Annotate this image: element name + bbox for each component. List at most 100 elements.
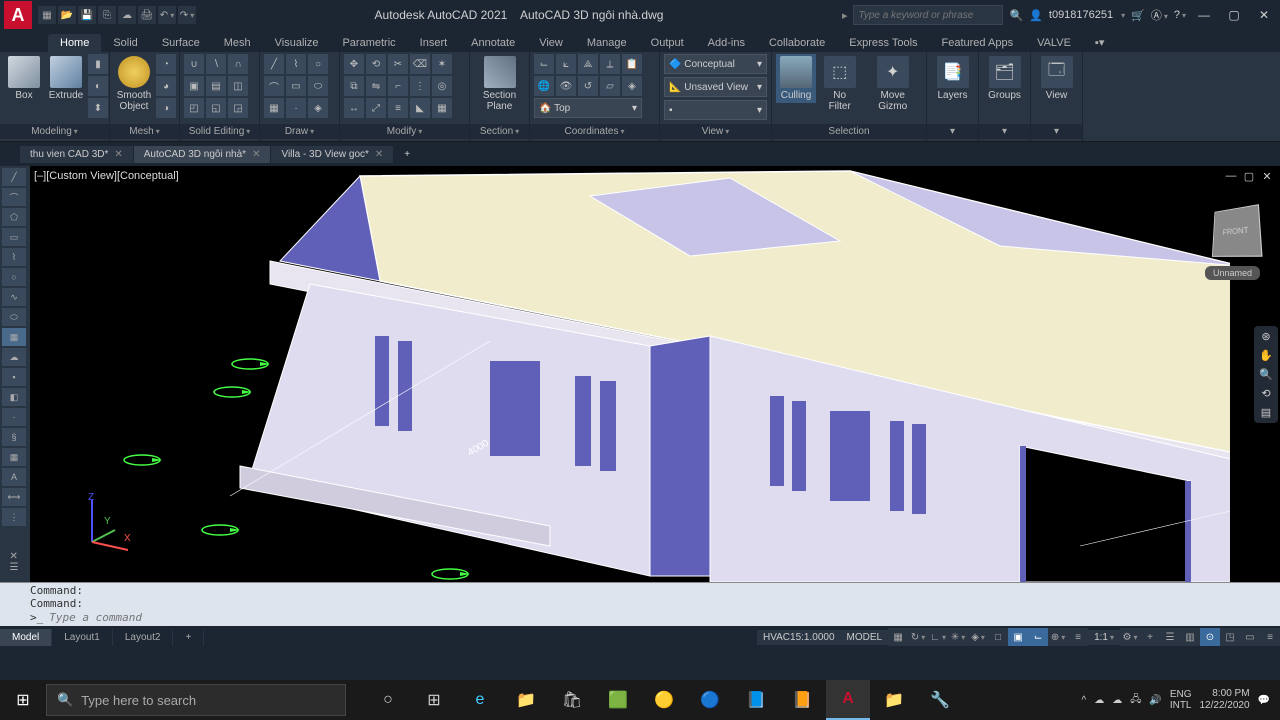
task-autocad-icon[interactable]: A bbox=[826, 680, 870, 720]
status-dynucs-icon[interactable]: ⌙ bbox=[1028, 628, 1048, 646]
move-icon[interactable]: ✥ bbox=[344, 54, 364, 74]
task-edge-icon[interactable]: e bbox=[458, 680, 502, 720]
qat-open-icon[interactable]: 📂 bbox=[58, 6, 76, 24]
task-view-icon[interactable]: ⊞ bbox=[412, 680, 456, 720]
ucs-y-icon[interactable]: ⟁ bbox=[578, 54, 598, 74]
camera-mark[interactable] bbox=[430, 566, 470, 582]
erase-icon[interactable]: ⌫ bbox=[410, 54, 430, 74]
ucs-x-icon[interactable]: ⟀ bbox=[556, 54, 576, 74]
cmdline-toggle-icon[interactable]: ✕☰ bbox=[4, 543, 24, 581]
named-view-combo[interactable]: 📐 Unsaved View▾ bbox=[664, 77, 767, 97]
mesh-less-icon[interactable]: ◕ bbox=[156, 76, 176, 96]
qat-plot-icon[interactable]: 🖨 bbox=[138, 6, 156, 24]
help-icon[interactable]: ? bbox=[1174, 9, 1186, 21]
palette-wipe-icon[interactable]: ◧ bbox=[2, 388, 26, 406]
ucs-top-combo[interactable]: 🏠 Top▾ bbox=[534, 98, 642, 118]
ucs-face-icon[interactable]: ▱ bbox=[600, 76, 620, 96]
showmot-icon[interactable]: ▤ bbox=[1256, 406, 1276, 419]
orbit-icon[interactable]: ⟲ bbox=[1256, 387, 1276, 400]
minimize-button[interactable]: — bbox=[1192, 3, 1216, 27]
panel-groups-drop[interactable]: ▾ bbox=[979, 124, 1030, 139]
rotate3d-icon[interactable]: ⟲ bbox=[366, 54, 386, 74]
align-icon[interactable]: ≡ bbox=[388, 98, 408, 118]
arrayrect-icon[interactable]: ▦ bbox=[432, 98, 452, 118]
palette-dim-icon[interactable]: ⟷ bbox=[2, 488, 26, 506]
help-search-input[interactable] bbox=[853, 5, 1003, 25]
tab-featured[interactable]: Featured Apps bbox=[930, 34, 1026, 52]
close-icon[interactable]: ✕ bbox=[252, 149, 260, 160]
user-icon[interactable]: 👤 bbox=[1029, 9, 1043, 22]
scale-icon[interactable]: ⤢ bbox=[366, 98, 386, 118]
qat-saveas-icon[interactable]: ⎘ bbox=[98, 6, 116, 24]
close-icon[interactable]: ✕ bbox=[375, 149, 383, 160]
camera-mark[interactable] bbox=[122, 452, 162, 468]
qat-redo-icon[interactable]: ↷ bbox=[178, 6, 196, 24]
palette-spline-icon[interactable]: ∿ bbox=[2, 288, 26, 306]
status-hw-icon[interactable]: ⊙ bbox=[1200, 628, 1220, 646]
ucs-named-icon[interactable]: 📋 bbox=[622, 54, 642, 74]
fillet-edge-icon[interactable]: ◱ bbox=[206, 98, 226, 118]
box-button[interactable]: Box bbox=[4, 54, 44, 103]
status-space[interactable]: MODEL bbox=[841, 630, 889, 645]
task-folder2-icon[interactable]: 📁 bbox=[872, 680, 916, 720]
panel-mesh[interactable]: Mesh bbox=[110, 124, 179, 139]
panel-view[interactable]: View bbox=[660, 124, 771, 139]
building-model[interactable]: 4000 bbox=[130, 166, 1230, 582]
viewport-minimize[interactable]: — bbox=[1224, 170, 1238, 183]
ribbon-overflow-icon[interactable]: ▪▾ bbox=[1083, 33, 1116, 52]
close-button[interactable]: ✕ bbox=[1252, 3, 1276, 27]
mesh-more-icon[interactable]: ◔ bbox=[156, 54, 176, 74]
tab-express[interactable]: Express Tools bbox=[837, 34, 929, 52]
palette-more-icon[interactable]: ⋮ bbox=[2, 508, 26, 526]
layout-tab-add[interactable]: + bbox=[173, 629, 204, 646]
new-tab-button[interactable]: + bbox=[394, 146, 421, 163]
point-icon[interactable]: · bbox=[286, 98, 306, 118]
palette-arc-icon[interactable]: ⌒ bbox=[2, 188, 26, 206]
polyline-icon[interactable]: ⌇ bbox=[286, 54, 306, 74]
arc-icon[interactable]: ⌒ bbox=[264, 76, 284, 96]
user-dropdown[interactable] bbox=[1119, 9, 1125, 21]
panel-modeling[interactable]: Modeling bbox=[0, 124, 109, 139]
nofilter-button[interactable]: ⬚ No Filter bbox=[818, 54, 861, 114]
visual-style-combo[interactable]: 🔷 Conceptual▾ bbox=[664, 54, 767, 74]
revolve-icon[interactable]: ◐ bbox=[88, 76, 108, 96]
camera-mark[interactable] bbox=[212, 384, 252, 400]
circle-icon[interactable]: ○ bbox=[308, 54, 328, 74]
palette-ellipse-icon[interactable]: ⬭ bbox=[2, 308, 26, 326]
palette-circle-icon[interactable]: ○ bbox=[2, 268, 26, 286]
tab-addins[interactable]: Add-ins bbox=[696, 34, 757, 52]
ucs-world-icon[interactable]: 🌐 bbox=[534, 76, 554, 96]
slice-icon[interactable]: ◫ bbox=[228, 76, 248, 96]
tray-net-icon[interactable]: 🖧 bbox=[1130, 692, 1141, 709]
tab-output[interactable]: Output bbox=[639, 34, 696, 52]
panel-solid-editing[interactable]: Solid Editing bbox=[180, 124, 259, 139]
panel-coordinates[interactable]: Coordinates bbox=[530, 124, 659, 139]
panel-section[interactable]: Section bbox=[470, 124, 529, 139]
union-icon[interactable]: ∪ bbox=[184, 54, 204, 74]
groups-button[interactable]: 🗂Groups bbox=[983, 54, 1026, 103]
autodesk-app-icon[interactable]: Ⓐ bbox=[1151, 7, 1168, 23]
region-icon[interactable]: ◈ bbox=[308, 98, 328, 118]
ucs-prev-icon[interactable]: ↺ bbox=[578, 76, 598, 96]
task-app1-icon[interactable]: 🟩 bbox=[596, 680, 640, 720]
presspull-icon[interactable]: ⬍ bbox=[88, 98, 108, 118]
tab-parametric[interactable]: Parametric bbox=[330, 34, 407, 52]
taper-face-icon[interactable]: ▤ bbox=[206, 76, 226, 96]
status-custom-icon[interactable]: ≡ bbox=[1260, 628, 1280, 646]
offset-icon[interactable]: ◎ bbox=[432, 76, 452, 96]
extrude-button[interactable]: Extrude bbox=[46, 54, 86, 103]
line-icon[interactable]: ╱ bbox=[264, 54, 284, 74]
viewport-close[interactable]: ✕ bbox=[1260, 170, 1274, 183]
tab-insert[interactable]: Insert bbox=[408, 34, 460, 52]
array-icon[interactable]: ⋮ bbox=[410, 76, 430, 96]
viewcube[interactable]: FRONT bbox=[1212, 204, 1263, 257]
qat-undo-icon[interactable]: ↶ bbox=[158, 6, 176, 24]
ucs-view-icon[interactable]: 👁 bbox=[556, 76, 576, 96]
task-word-icon[interactable]: 📘 bbox=[734, 680, 778, 720]
tray-up-icon[interactable]: ^ bbox=[1082, 695, 1087, 706]
view-3-combo[interactable]: ▪▾ bbox=[664, 100, 767, 120]
explode-icon[interactable]: ✶ bbox=[432, 54, 452, 74]
qat-save-icon[interactable]: 💾 bbox=[78, 6, 96, 24]
status-anno-scale[interactable]: 1:1 bbox=[1088, 630, 1120, 645]
subtract-icon[interactable]: ∖ bbox=[206, 54, 226, 74]
